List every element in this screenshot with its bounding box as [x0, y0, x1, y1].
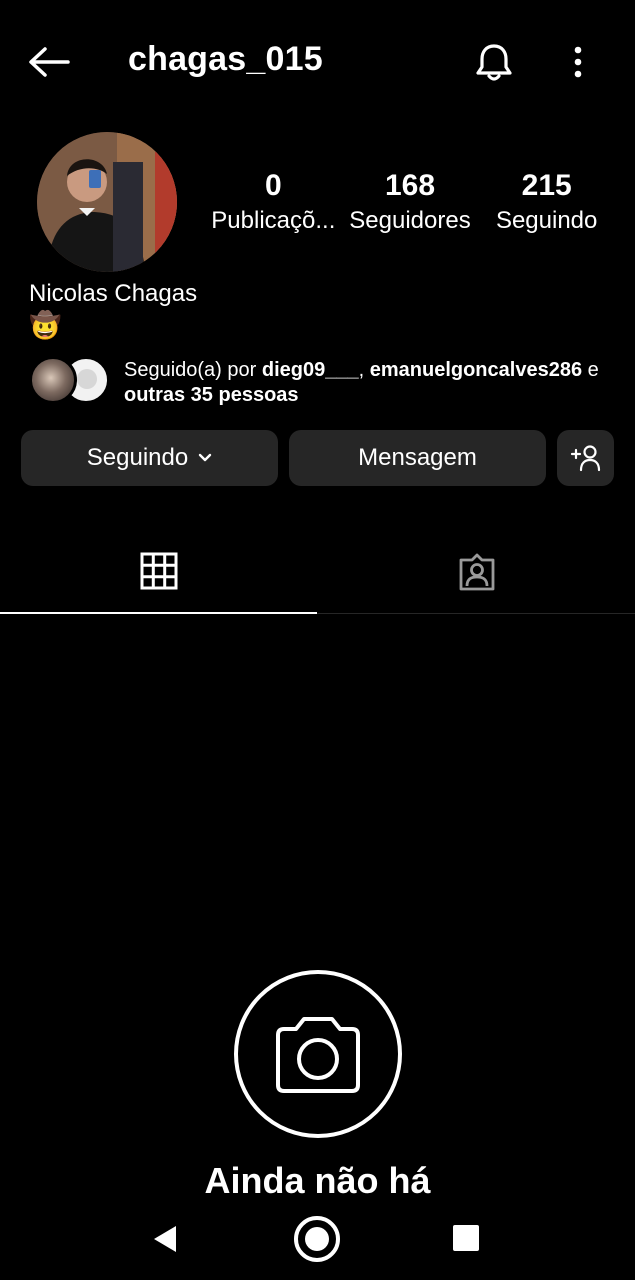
circle-home-icon[interactable]: [292, 1214, 342, 1264]
followers-label: Seguidores: [349, 207, 471, 234]
system-nav-bar: [0, 1198, 635, 1280]
profile-stats: 0 Publicaçõ... 168 Seguidores 215 Seguin…: [205, 168, 615, 248]
grid-icon: [140, 552, 177, 590]
following-button[interactable]: Seguindo: [21, 430, 278, 486]
empty-state-camera: [234, 970, 402, 1138]
arrow-left-icon: [29, 47, 70, 77]
profile-username: chagas_015: [128, 40, 323, 78]
profile-avatar[interactable]: [37, 132, 177, 272]
followers-count: 168: [384, 169, 436, 202]
following-stat[interactable]: 215 Seguindo: [478, 168, 615, 248]
tab-posts-grid[interactable]: [0, 530, 317, 614]
profile-full-name: Nicolas Chagas: [29, 280, 198, 307]
back-button[interactable]: [26, 40, 72, 84]
tagged-person-icon: [459, 553, 494, 591]
camera-icon: [276, 1017, 360, 1093]
posts-stat[interactable]: 0 Publicaçõ...: [205, 168, 342, 248]
message-button[interactable]: Mensagem: [289, 430, 546, 486]
suggested-users-button[interactable]: [557, 430, 614, 486]
square-recent-icon[interactable]: [452, 1224, 480, 1252]
mutual-followers-avatars[interactable]: [29, 356, 110, 406]
avatar-photo: [37, 132, 177, 272]
following-count: 215: [521, 169, 572, 202]
followers-stat[interactable]: 168 Seguidores: [342, 168, 479, 248]
add-person-icon: [570, 445, 600, 472]
following-button-label: Seguindo: [86, 444, 189, 471]
mutual-avatar: [29, 356, 77, 404]
empty-state-title: Ainda não há: [204, 1160, 431, 1198]
tab-tagged[interactable]: [318, 530, 635, 614]
posts-count: 0: [264, 169, 282, 202]
followed-by-others: outras 35 pessoas: [124, 384, 299, 406]
followed-by-joiner: e: [582, 359, 599, 381]
profile-page: chagas_015 0 Publicaçõ... 168 Seguidores…: [0, 0, 635, 1280]
following-label: Seguindo: [495, 207, 598, 234]
mutual-username: dieg09___: [261, 359, 359, 381]
triangle-back-icon[interactable]: [148, 1222, 182, 1256]
more-options-button[interactable]: [560, 38, 596, 86]
profile-tabs: [0, 530, 635, 614]
more-vertical-icon: [574, 46, 582, 78]
followed-by-separator: ,: [358, 359, 370, 381]
notifications-button[interactable]: [470, 38, 518, 86]
bell-icon: [476, 44, 512, 81]
mutual-username: emanuelgoncalves286: [369, 359, 583, 381]
posts-label: Publicaçõ...: [211, 207, 336, 234]
top-bar: chagas_015: [0, 0, 635, 120]
followed-by-text[interactable]: Seguido(a) por dieg09___, emanuelgoncalv…: [124, 358, 614, 408]
followed-by-prefix: Seguido(a) por: [124, 359, 262, 381]
bio-emoji: 🤠: [29, 310, 62, 340]
message-button-label: Mensagem: [358, 444, 477, 471]
chevron-down-icon: [199, 453, 212, 462]
